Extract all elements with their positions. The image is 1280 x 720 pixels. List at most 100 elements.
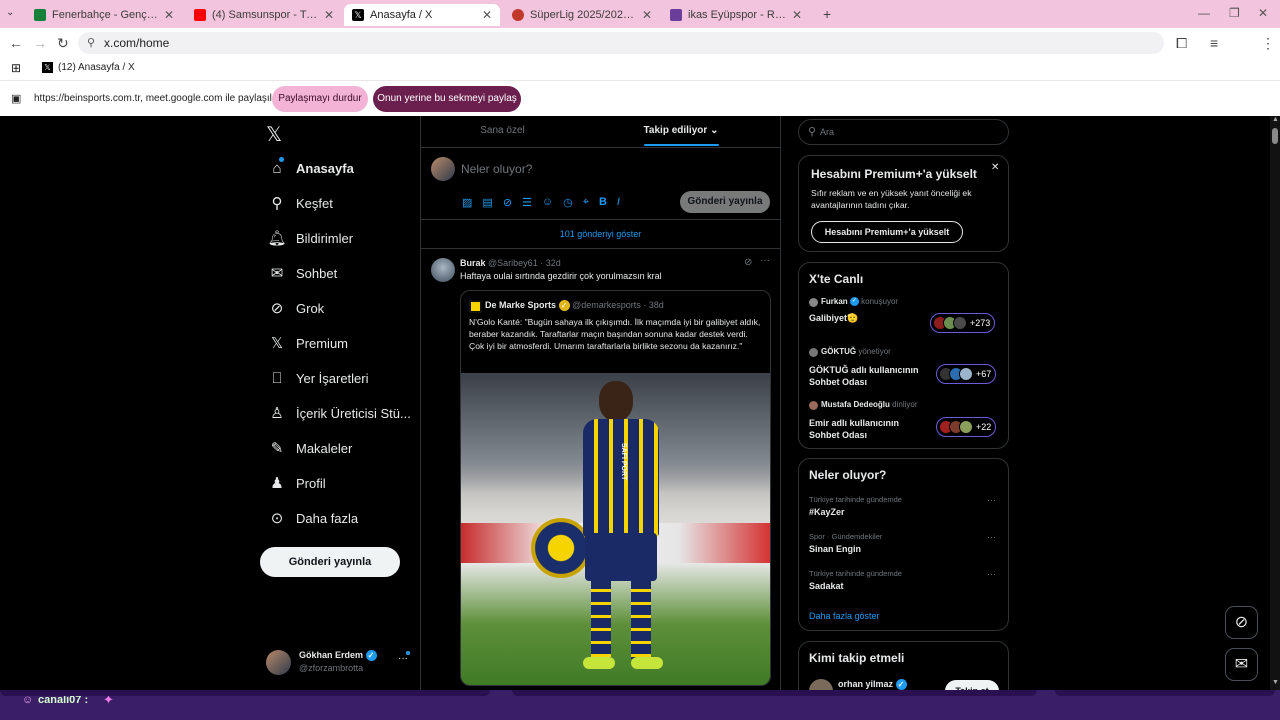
apps-grid-icon[interactable]: ⊞ [11,61,21,75]
close-tab-icon[interactable]: ✕ [164,8,174,22]
player-boot [631,657,663,669]
location-icon[interactable]: ⌖ [583,196,589,209]
tab-sana-ozel[interactable]: Sana özel [421,116,584,148]
scroll-thumb[interactable] [1272,128,1278,144]
player-head [599,381,633,421]
premium-upgrade-button[interactable]: Hesabını Premium+'a yükselt [811,221,963,243]
tab-eyupspor[interactable]: ikas Eyüpspor - Ramsı Başak✕ [662,4,810,26]
sidebar-post-button[interactable]: Gönderi yayınla [260,547,400,577]
scrollbar[interactable]: ▲ ▼ [1270,116,1280,690]
gif-icon[interactable]: ▤ [482,196,492,209]
nav-profil[interactable]: ♟ Profil [268,471,325,495]
nav-kesfet[interactable]: ⚲ Keşfet [268,191,333,215]
host-avatar [809,348,818,357]
scroll-up-icon[interactable]: ▲ [1272,116,1279,123]
schedule-icon[interactable]: ◷ [563,196,573,209]
trend-item[interactable]: Türkiye tarihinde gündemde #KayZer ··· [809,495,1001,525]
tab-superlig[interactable]: SüperLig 2025/2026 » Table Calc✕ [504,4,660,26]
grok-icon[interactable]: ⊘ [503,196,512,209]
nav-icerik-ureticisi[interactable]: ♙ İçerik Üreticisi Stü... [268,401,411,425]
more-options-icon[interactable]: ··· [760,255,770,266]
space-item[interactable]: Mustafa Dedeoğlu dinliyor Emir adlı kull… [809,400,1001,444]
tweet[interactable]: Burak @Saribey61 · 32d ⊘ ··· Haftaya oul… [421,249,780,690]
close-window-icon[interactable]: ✕ [1258,6,1268,20]
space-host: Mustafa Dedeoğlu dinliyor [821,400,918,409]
mail-icon: ✉ [270,265,284,282]
nav-sohbet[interactable]: ✉ Sohbet [268,261,338,285]
emoji-icon[interactable]: ☺ [542,196,553,209]
close-tab-icon[interactable]: ✕ [642,8,652,22]
italic-icon[interactable]: I [617,196,620,209]
overlay-panel [0,690,490,696]
messages-floating-button[interactable]: ✉ [1225,648,1258,681]
tab-list-chevron-icon[interactable]: ⌄ [6,7,14,18]
nav-makaleler[interactable]: ✎ Makaleler [268,436,353,460]
compose-post-button[interactable]: Gönderi yayınla [680,191,770,213]
listener-avatars: +273 [930,313,996,333]
more-options-icon[interactable]: ··· [987,495,996,505]
more-options-icon[interactable]: ··· [987,532,996,542]
tab-fenerbahce[interactable]: Fenerbahçe - Gençlerbirliği canlı✕ [26,4,182,26]
active-tab-underline [644,144,719,146]
site-info-icon[interactable]: ⚲ [87,32,95,54]
show-more-link[interactable]: Daha fazla göster [809,611,880,621]
restore-icon[interactable]: ❐ [1229,6,1240,20]
nav-bildirimler[interactable]: 🔔︎ Bildirimler [267,226,353,250]
close-icon[interactable]: ✕ [991,162,999,173]
stop-sharing-button[interactable]: Paylaşmayı durdur [272,86,368,112]
favicon-icon [512,9,524,21]
back-icon[interactable]: ← [9,35,23,51]
tweet-photo[interactable]: SAFI PORT 17 [461,373,770,685]
poll-icon[interactable]: ☰ [522,196,532,209]
reload-icon[interactable]: ↻ [57,35,69,51]
media-icon[interactable]: ≡ [1210,35,1218,51]
extensions-icon[interactable]: ⧠ [1176,35,1187,51]
url-text: x.com/home [104,36,170,50]
nav-grok[interactable]: ⊘ Grok [268,296,324,320]
search-icon: ⚲ [271,195,283,212]
forward-icon[interactable]: → [33,35,47,51]
trend-item[interactable]: Türkiye tarihinde gündemde Sadakat ··· [809,569,1001,599]
compose-input[interactable]: Neler oluyor? [461,162,532,176]
tab-samsunspor[interactable]: (4) Samsunspor - Trabzonspor |✕ [186,4,342,26]
address-bar[interactable]: ⚲ x.com/home [78,32,1164,54]
suggestion-name[interactable]: orhan yilmaz ✓ [838,679,907,690]
close-tab-icon[interactable]: ✕ [324,8,334,22]
new-tab-icon[interactable]: + [823,6,831,22]
search-box[interactable]: ⚲ Ara [798,119,1009,145]
bold-icon[interactable]: B [599,196,607,209]
follow-button[interactable]: Takip et [945,680,999,690]
close-tab-icon[interactable]: ✕ [482,8,492,22]
screen-share-bar: ▣ https://beinsports.com.tr, meet.google… [0,80,1280,116]
nav-yer-isaretleri[interactable]: ⎕ Yer İşaretleri [268,366,368,390]
grok-icon[interactable]: ⊘ [744,257,752,268]
x-logo-icon[interactable]: 𝕏 [266,122,282,147]
grok-floating-button[interactable]: ⊘ [1225,606,1258,639]
tab-anasayfa-x[interactable]: 𝕏 Anasayfa / X ✕ [344,4,500,26]
quote-text: N'Golo Kanté: "Bugün sahaya ilk çıkışımd… [469,317,761,351]
live-spaces-card: X'te Canlı Furkan ✓ konuşuyor Galibiyet🫡… [798,262,1009,449]
space-item[interactable]: Furkan ✓ konuşuyor Galibiyet🫡 +273 [809,297,1001,337]
quote-avatar [469,300,482,313]
space-host: Furkan ✓ konuşuyor [821,297,899,307]
nav-premium[interactable]: 𝕏 Premium [268,331,348,355]
image-icon[interactable]: ▨ [462,196,472,209]
browser-menu-icon[interactable]: ⋮ [1261,35,1275,51]
share-this-tab-button[interactable]: Onun yerine bu sekmeyi paylaş [373,86,521,112]
trend-item[interactable]: Spor · Gündemdekiler Sinan Engin ··· [809,532,1001,562]
more-icon: ⊙ [270,510,284,527]
main-column: Sana özel Takip ediliyor ⌄ Neler oluyor?… [420,116,781,690]
show-new-posts[interactable]: 101 gönderiyi göster [421,220,780,248]
more-options-icon[interactable]: ··· [987,569,996,579]
close-tab-icon[interactable]: ✕ [792,8,802,22]
account-switcher[interactable]: Gökhan Erdem ✓ @zforzambrotta ··· [266,648,414,676]
quoted-tweet[interactable]: De Marke Sports ✓ @demarkesports · 38d N… [460,290,771,686]
premium-card: Hesabını Premium+'a yükselt ✕ Sıfır rekl… [798,155,1009,252]
scroll-down-icon[interactable]: ▼ [1272,679,1279,686]
player-shorts [585,533,657,581]
nav-daha-fazla[interactable]: ⊙ Daha fazla [268,506,358,530]
minimize-icon[interactable]: — [1198,6,1210,20]
live-title: X'te Canlı [809,272,864,286]
bookmark-item[interactable]: 𝕏 (12) Anasayfa / X [42,62,135,73]
space-item[interactable]: GÖKTUĞ yönetiyor GÖKTUĞ adlı kullanıcını… [809,347,1001,391]
